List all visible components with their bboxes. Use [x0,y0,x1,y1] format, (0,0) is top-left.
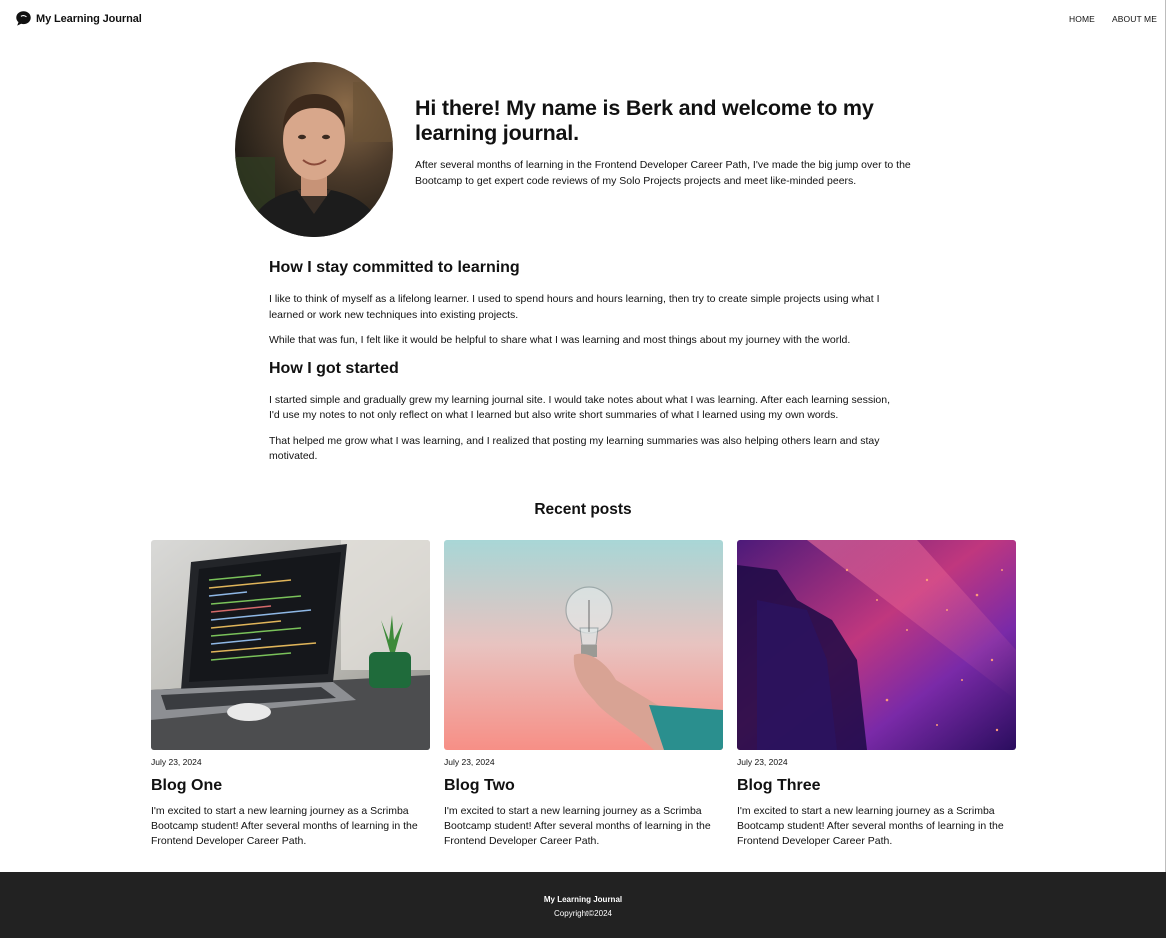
blog-date: July 23, 2024 [737,757,788,767]
section-heading-started: How I got started [269,359,399,377]
blog-card[interactable]: July 23, 2024 Blog Two I'm excited to st… [444,540,723,849]
blog-title[interactable]: Blog One [151,777,430,795]
about-article: How I stay committed to learning I like … [269,258,894,475]
profile-avatar [235,62,393,237]
blog-title[interactable]: Blog Three [737,777,1016,795]
page-footer: My Learning Journal Copyright©2024 [0,872,1166,938]
blog-excerpt: I'm excited to start a new learning jour… [444,805,711,847]
section-heading-committed: How I stay committed to learning [269,259,520,276]
recent-posts-heading: Recent posts [534,501,632,518]
main-nav: HOME ABOUT ME [1052,14,1157,24]
blog-thumbnail-purple-window[interactable] [737,540,1016,750]
hero-title: Hi there! My name is Berk and welcome to… [415,96,874,145]
section-paragraph: That helped me grow what I was learning,… [269,434,880,463]
top-navbar: My Learning Journal HOME ABOUT ME [0,0,1166,38]
nav-about-link[interactable]: ABOUT ME [1112,14,1157,24]
nav-home-link[interactable]: HOME [1069,14,1095,24]
blog-thumbnail-laptop[interactable] [151,540,430,750]
footer-title: My Learning Journal [543,895,623,904]
blog-title[interactable]: Blog Two [444,777,723,795]
blog-thumbnail-lightbulb[interactable] [444,540,723,750]
footer-copyright: Copyright©2024 [554,909,612,918]
hero-intro-text: After several months of learning in the … [415,159,911,187]
section-paragraph: I like to think of myself as a lifelong … [269,293,880,321]
section-paragraph: I started simple and gradually grew my l… [269,393,891,422]
blog-date: July 23, 2024 [151,757,202,767]
blog-excerpt: I'm excited to start a new learning jour… [737,805,1004,847]
blog-date: July 23, 2024 [444,757,495,767]
blog-card[interactable]: July 23, 2024 Blog One I'm excited to st… [151,540,430,849]
blog-card[interactable]: July 23, 2024 Blog Three I'm excited to … [737,540,1016,849]
chat-bubble-icon [16,11,31,26]
blog-excerpt: I'm excited to start a new learning jour… [151,805,418,847]
section-paragraph: While that was fun, I felt like it would… [269,334,851,346]
brand-link[interactable]: My Learning Journal [15,10,142,27]
brand-name: My Learning Journal [36,12,142,25]
